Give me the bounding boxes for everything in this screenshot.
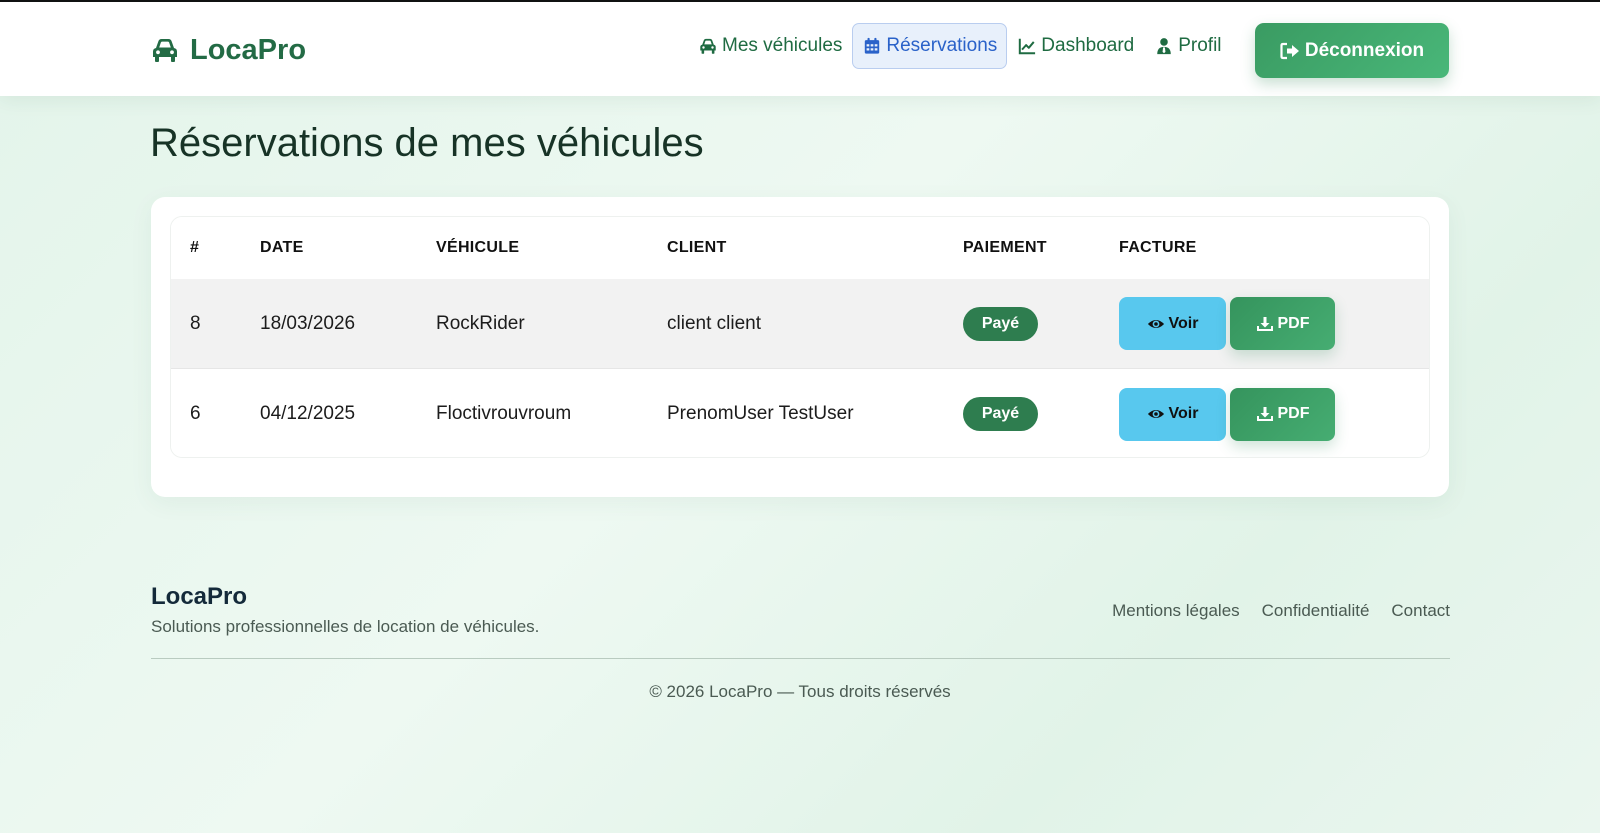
- nav-item-mes-vehicules[interactable]: Mes véhicules: [688, 23, 852, 69]
- reservation-id: 8: [190, 312, 201, 334]
- column-header: FACTURE: [1119, 239, 1197, 256]
- reservation-vehicle: RockRider: [436, 312, 525, 334]
- view-label: Voir: [1168, 314, 1199, 332]
- footer-link-confidentialite[interactable]: Confidentialité: [1262, 601, 1370, 621]
- payment-cell: Payé: [963, 369, 1038, 457]
- download-icon: [1256, 316, 1273, 331]
- nav-label: Dashboard: [1041, 35, 1135, 56]
- car-icon: [700, 38, 716, 54]
- pdf-label: PDF: [1277, 314, 1310, 332]
- nav-item-profil[interactable]: Profil: [1144, 23, 1231, 69]
- footer-links: Mentions légales Confidentialité Contact: [1112, 601, 1450, 621]
- view-label: Voir: [1168, 405, 1199, 422]
- column-header: CLIENT: [667, 239, 727, 256]
- column-header: DATE: [260, 239, 304, 256]
- reservation-vehicle: Floctivrouvroum: [436, 403, 572, 424]
- reservation-client: PrenomUser TestUser: [667, 403, 854, 424]
- eye-icon: [1147, 319, 1164, 328]
- top-navbar: LocaPro Mes véhicules Réservations Dashb…: [0, 2, 1600, 96]
- payment-status-badge: Payé: [963, 306, 1038, 341]
- invoice-actions: Voir PDF: [1119, 279, 1335, 368]
- nav-label: Profil: [1178, 35, 1222, 56]
- download-icon: [1256, 407, 1273, 421]
- column-header: #: [190, 239, 200, 256]
- table-row: 6 04/12/2025 Floctivrouvroum PrenomUser …: [171, 369, 1429, 457]
- reservation-client: client client: [667, 312, 761, 334]
- page-title: Réservations de mes véhicules: [150, 121, 704, 165]
- footer-brand: LocaPro: [151, 583, 248, 610]
- calendar-icon: [865, 37, 880, 54]
- footer-copyright: © 2026 LocaPro — Tous droits réservés: [649, 682, 951, 701]
- eye-icon: [1147, 409, 1164, 419]
- table-row: 8 18/03/2026 RockRider client client Pay…: [171, 279, 1429, 369]
- nav-label: Réservations: [886, 35, 998, 56]
- payment-status-badge: Payé: [963, 397, 1038, 431]
- logout-button[interactable]: Déconnexion: [1255, 23, 1449, 78]
- invoice-actions: Voir PDF: [1119, 369, 1335, 457]
- download-pdf-button[interactable]: PDF: [1230, 387, 1335, 441]
- column-header: PAIEMENT: [963, 239, 1047, 256]
- footer-link-mentions-legales[interactable]: Mentions légales: [1112, 601, 1240, 621]
- reservations-card: # DATE VÉHICULE CLIENT PAIEMENT FACTURE …: [151, 197, 1449, 497]
- view-invoice-button[interactable]: Voir: [1119, 297, 1226, 350]
- view-invoice-button[interactable]: Voir: [1119, 387, 1226, 441]
- sign-out-icon: [1280, 42, 1299, 59]
- nav-item-reservations[interactable]: Réservations: [852, 23, 1008, 69]
- payment-cell: Payé: [963, 279, 1038, 368]
- chart-line-icon: [1019, 38, 1036, 55]
- column-header: VÉHICULE: [436, 239, 520, 256]
- reservation-date: 18/03/2026: [260, 312, 356, 334]
- logout-label: Déconnexion: [1304, 39, 1425, 61]
- reservations-table: # DATE VÉHICULE CLIENT PAIEMENT FACTURE …: [170, 216, 1430, 458]
- brand-name: LocaPro: [190, 33, 307, 66]
- main-nav: Mes véhicules Réservations Dashboard Pro…: [688, 22, 1232, 70]
- footer-link-contact[interactable]: Contact: [1391, 601, 1450, 621]
- reservation-date: 04/12/2025: [260, 403, 356, 424]
- user-tie-icon: [1157, 38, 1171, 55]
- footer-divider: [151, 658, 1450, 659]
- nav-label: Mes véhicules: [722, 35, 843, 56]
- car-icon: [153, 39, 177, 62]
- brand-logo[interactable]: LocaPro: [150, 32, 306, 68]
- footer-tagline: Solutions professionnelles de location d…: [151, 617, 540, 636]
- nav-item-dashboard[interactable]: Dashboard: [1007, 23, 1144, 69]
- table-header-row: # DATE VÉHICULE CLIENT PAIEMENT FACTURE: [171, 217, 1429, 279]
- reservation-id: 6: [190, 403, 201, 424]
- pdf-label: PDF: [1277, 405, 1310, 422]
- download-pdf-button[interactable]: PDF: [1230, 297, 1335, 350]
